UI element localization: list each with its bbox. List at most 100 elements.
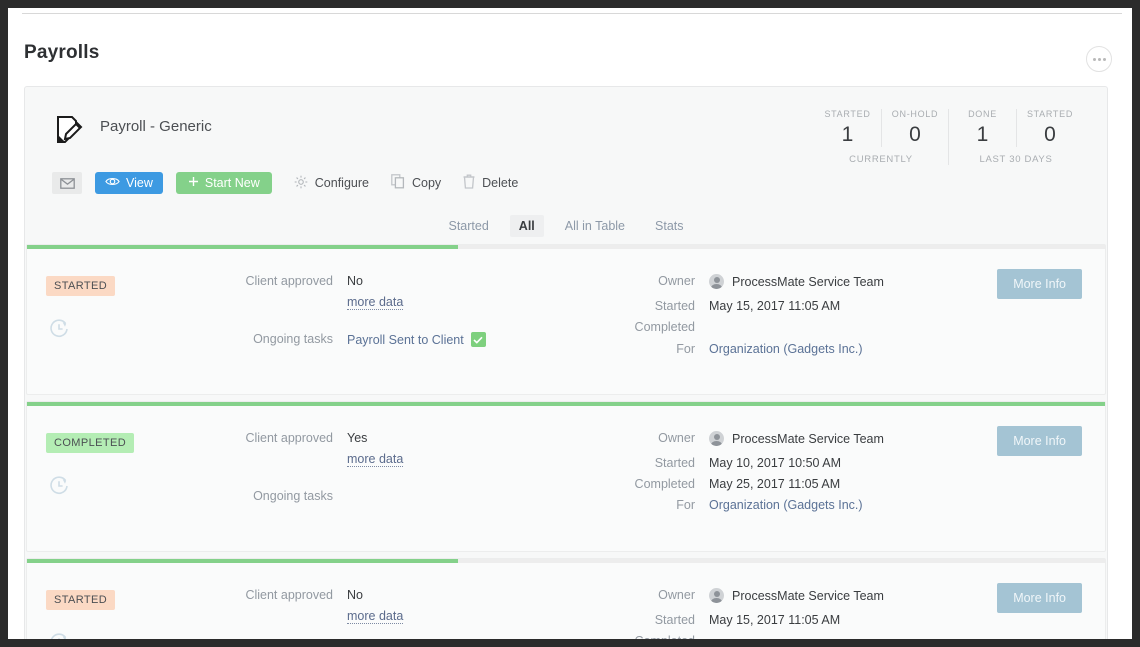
start-new-button[interactable]: Start New [176,172,272,194]
field-label: Ongoing tasks [242,489,347,504]
field-owner: Owner ProcessMate Service Team [617,588,947,606]
status-badge: STARTED [46,590,115,610]
plus-icon [188,176,199,190]
owner-name: ProcessMate Service Team [732,589,884,603]
field-completed: Completed [617,634,947,639]
more-info-button[interactable]: More Info [997,426,1082,456]
field-label: For [617,342,709,356]
stat-value: 1 [816,123,879,147]
configure-label: Configure [315,176,369,190]
ongoing-task-link[interactable]: Payroll Sent to Client [347,333,464,347]
field-ongoing-tasks: Ongoing tasks Payroll Sent to Client [242,332,542,347]
app-window: Payrolls Payroll - Generic [8,8,1132,639]
field-label: Client approved [242,588,347,602]
stat-label: STARTED [1019,109,1081,119]
trash-icon [463,174,475,192]
eye-icon [105,176,120,190]
field-started: Started May 15, 2017 11:05 AM [617,299,947,313]
field-more-data: more data [242,609,542,624]
user-avatar-icon [709,431,724,446]
field-label: Started [617,299,709,313]
stat-on-hold-currently: ON-HOLD 0 [881,109,948,147]
stat-label: DONE [951,109,1014,119]
field-for: For Organization (Gadgets Inc.) [617,498,947,512]
stat-label: ON-HOLD [884,109,946,119]
row-fields-right: Owner ProcessMate Service Team Started M… [617,431,947,519]
row-fields-left: Client approved No more data [242,588,542,631]
delete-label: Delete [482,176,518,190]
stats-summary: STARTED 1 ON-HOLD 0 CURRENTLY D [814,109,1083,165]
row-fields-right: Owner ProcessMate Service Team Started M… [617,588,947,639]
more-data-link[interactable]: more data [347,452,403,467]
user-avatar-icon [709,588,724,603]
field-for: For Organization (Gadgets Inc.) [617,342,947,356]
row-fields-right: Owner ProcessMate Service Team Started M… [617,274,947,363]
field-started: Started May 15, 2017 11:05 AM [617,613,947,627]
tab-all[interactable]: All [510,215,544,237]
field-ongoing-tasks: Ongoing tasks [242,489,542,504]
status-badge: STARTED [46,276,115,296]
view-button[interactable]: View [95,172,163,194]
view-label: View [126,176,153,190]
owner-name: ProcessMate Service Team [732,275,884,289]
stats-currently-label: CURRENTLY [849,154,913,165]
field-label: Client approved [242,431,347,445]
document-edit-icon [52,113,86,152]
completed-value: May 25, 2017 11:05 AM [709,477,840,491]
tab-started[interactable]: Started [439,215,497,237]
field-label: Ongoing tasks [242,332,347,347]
copy-button[interactable]: Copy [391,174,441,192]
copy-icon [391,174,405,192]
configure-button[interactable]: Configure [294,175,369,192]
card-header: Payroll - Generic View [25,87,1107,215]
stat-done-last30: DONE 1 [949,109,1016,147]
field-label: For [617,498,709,512]
status-badge: COMPLETED [46,433,134,453]
field-label: Completed [617,477,709,491]
clock-history-icon [49,476,69,501]
tab-stats[interactable]: Stats [646,215,693,237]
more-data-link[interactable]: more data [347,609,403,624]
field-label: Completed [617,320,709,335]
started-value: May 15, 2017 11:05 AM [709,613,840,627]
ellipsis-icon[interactable] [1086,46,1112,72]
start-new-label: Start New [205,176,260,190]
more-info-button[interactable]: More Info [997,583,1082,613]
action-toolbar: View Start New [52,172,518,194]
more-data-link[interactable]: more data [347,295,403,310]
table-row[interactable]: STARTED Client approved No [26,244,1106,395]
copy-label: Copy [412,176,441,190]
delete-button[interactable]: Delete [463,174,518,192]
field-label: Owner [617,431,709,449]
field-label: Started [617,613,709,627]
field-more-data: more data [242,452,542,467]
stat-value: 1 [951,123,1014,147]
row-fields-left: Client approved Yes more data Ongoing ta… [242,431,542,511]
field-label: Owner [617,274,709,292]
field-label: Owner [617,588,709,606]
template-name: Payroll - Generic [100,118,212,135]
field-value: No [347,274,363,288]
stats-currently-group: STARTED 1 ON-HOLD 0 CURRENTLY [814,109,948,165]
page-title: Payrolls [24,42,100,64]
table-row[interactable]: COMPLETED Client approved Yes [26,401,1106,552]
top-divider [22,13,1122,14]
clock-history-icon [49,319,69,344]
field-owner: Owner ProcessMate Service Team [617,274,947,292]
checkmark-icon[interactable] [471,332,486,347]
envelope-icon[interactable] [52,172,82,194]
tab-all-in-table[interactable]: All in Table [556,215,634,237]
for-link[interactable]: Organization (Gadgets Inc.) [709,498,863,512]
user-avatar-icon [709,274,724,289]
table-row[interactable]: STARTED Client approved No [26,558,1106,639]
field-started: Started May 10, 2017 10:50 AM [617,456,947,470]
field-owner: Owner ProcessMate Service Team [617,431,947,449]
for-link[interactable]: Organization (Gadgets Inc.) [709,342,863,356]
field-label: Completed [617,634,709,639]
field-client-approved: Client approved No [242,588,542,602]
stat-started-currently: STARTED 1 [814,109,881,147]
row-fields-left: Client approved No more data Ongoing tas… [242,274,542,354]
stat-started-last30: STARTED 0 [1016,109,1083,147]
stat-value: 0 [1019,123,1081,147]
more-info-button[interactable]: More Info [997,269,1082,299]
